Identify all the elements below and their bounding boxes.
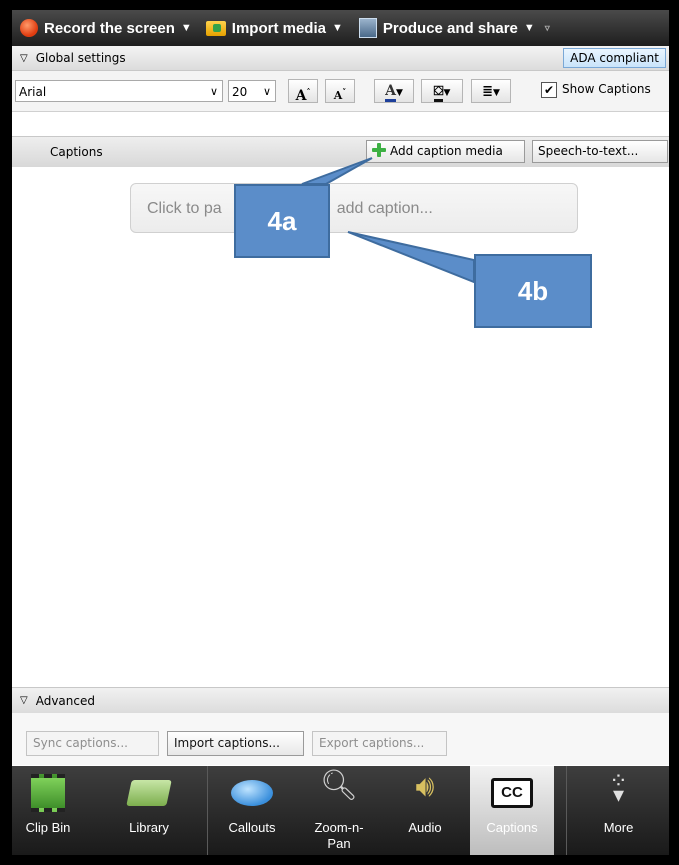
screenshot-frame: Record the screen ▼ Import media ▼ Produ… — [0, 0, 679, 865]
advanced-label: Advanced — [35, 693, 95, 708]
film-icon — [358, 18, 377, 38]
main-toolbar: Record the screen ▼ Import media ▼ Produ… — [12, 10, 669, 46]
tab-label: Audio — [408, 820, 442, 835]
caption-text-input[interactable]: Click to pa add caption... — [130, 183, 578, 233]
tab-more[interactable]: ⁘ ▾ More — [568, 766, 669, 855]
fill-color-button[interactable]: ⛋▼ — [421, 79, 463, 103]
tab-label: Callouts — [228, 820, 276, 835]
record-screen-button[interactable]: Record the screen ▼ — [12, 10, 196, 46]
tab-zoom-n-pan[interactable]: 🔍︎ Zoom-n- Pan — [296, 766, 382, 855]
tab-label: Zoom-n- Pan — [314, 820, 364, 851]
tab-label: Library — [129, 820, 169, 835]
cc-icon: CC — [491, 778, 533, 808]
tab-audio[interactable]: 🔊︎ Audio — [382, 766, 468, 855]
tab-label: More — [603, 820, 634, 835]
import-media-button[interactable]: Import media ▼ — [196, 10, 347, 46]
speaker-icon: 🔊︎ — [415, 770, 435, 803]
font-select[interactable]: Arial ∨ — [15, 80, 223, 102]
import-media-label: Import media — [231, 19, 326, 37]
chevron-down-icon: ▼ — [331, 22, 343, 34]
font-value: Arial — [19, 85, 47, 99]
align-left-icon: ≣ — [482, 84, 493, 99]
tab-label: Captions — [486, 820, 538, 835]
task-tabs: Clip Bin Library Callouts 🔍︎ Zoom-n- Pan… — [12, 766, 669, 855]
callout-4b: 4b — [474, 254, 592, 328]
advanced-actions: Sync captions... Import captions... Expo… — [12, 713, 669, 765]
format-toolbar: Arial ∨ 20 ∨ A˄ A˅ A▼ ⛋▼ ≣▼ ✔ Show Capti… — [12, 71, 669, 112]
collapse-triangle-icon[interactable]: ▽ — [20, 695, 28, 706]
plus-icon — [372, 143, 386, 157]
add-caption-media-label: Add caption media — [390, 144, 503, 158]
show-captions-label: Show Captions — [562, 82, 651, 96]
folder-icon — [205, 20, 226, 36]
tab-captions[interactable]: CC Captions — [470, 766, 554, 855]
callout-4a: 4a — [234, 184, 330, 258]
magnifier-icon: 🔍︎ — [319, 769, 359, 802]
show-captions-checkbox[interactable]: ✔ — [541, 82, 557, 98]
collapse-triangle-icon[interactable]: ▽ — [20, 53, 28, 64]
chevron-down-icon: ∨ — [209, 85, 218, 98]
decrease-font-icon: A˅ — [333, 86, 347, 102]
more-dots-icon: ⁘ ▾ — [609, 768, 628, 807]
paint-bucket-icon: ⛋ — [433, 84, 444, 102]
tab-clip-bin[interactable]: Clip Bin — [12, 766, 84, 855]
align-button[interactable]: ≣▼ — [471, 79, 511, 103]
chevron-down-icon: ▼ — [523, 22, 535, 34]
speech-bubble-icon — [231, 780, 273, 806]
increase-font-button[interactable]: A˄ — [288, 79, 318, 104]
camtasia-caption-panel: Record the screen ▼ Import media ▼ Produ… — [12, 10, 669, 855]
tab-separator — [566, 766, 567, 855]
global-settings-header[interactable]: ▽ Global settings ADA compliant — [12, 46, 669, 71]
folder-icon — [126, 780, 172, 806]
produce-share-label: Produce and share — [382, 19, 518, 37]
font-color-icon: A — [385, 83, 396, 102]
overflow-icon[interactable]: ▿ — [545, 23, 550, 34]
speech-to-text-button[interactable]: Speech-to-text... — [532, 140, 668, 163]
chevron-down-icon: ▼ — [180, 22, 192, 34]
tab-label: Clip Bin — [25, 820, 71, 835]
increase-font-icon: A˄ — [295, 86, 311, 104]
font-size-select[interactable]: 20 ∨ — [228, 80, 276, 102]
tab-callouts[interactable]: Callouts — [208, 766, 296, 855]
caption-placeholder-right: add caption... — [336, 200, 433, 217]
film-strip-icon — [31, 774, 65, 812]
chevron-down-icon: ∨ — [262, 85, 271, 98]
tab-library[interactable]: Library — [85, 766, 213, 855]
record-screen-label: Record the screen — [44, 19, 175, 37]
add-caption-media-button[interactable]: Add caption media — [366, 140, 525, 163]
caption-editor-area[interactable]: Click to pa add caption... — [12, 167, 669, 687]
import-captions-button[interactable]: Import captions... — [167, 731, 304, 756]
global-settings-label: Global settings — [35, 51, 126, 65]
captions-title: Captions — [50, 145, 103, 159]
captions-header: Captions Add caption media Speech-to-tex… — [12, 136, 669, 168]
advanced-header[interactable]: ▽ Advanced — [12, 687, 669, 714]
record-icon — [20, 19, 38, 37]
ada-compliant-button[interactable]: ADA compliant — [563, 48, 666, 68]
font-color-button[interactable]: A▼ — [374, 79, 414, 103]
decrease-font-button[interactable]: A˅ — [325, 79, 355, 103]
sync-captions-button[interactable]: Sync captions... — [26, 731, 159, 756]
font-size-value: 20 — [232, 85, 248, 99]
export-captions-button[interactable]: Export captions... — [312, 731, 447, 756]
produce-share-button[interactable]: Produce and share ▼ ▿ — [347, 10, 554, 46]
caption-placeholder-left: Click to pa — [147, 200, 222, 217]
